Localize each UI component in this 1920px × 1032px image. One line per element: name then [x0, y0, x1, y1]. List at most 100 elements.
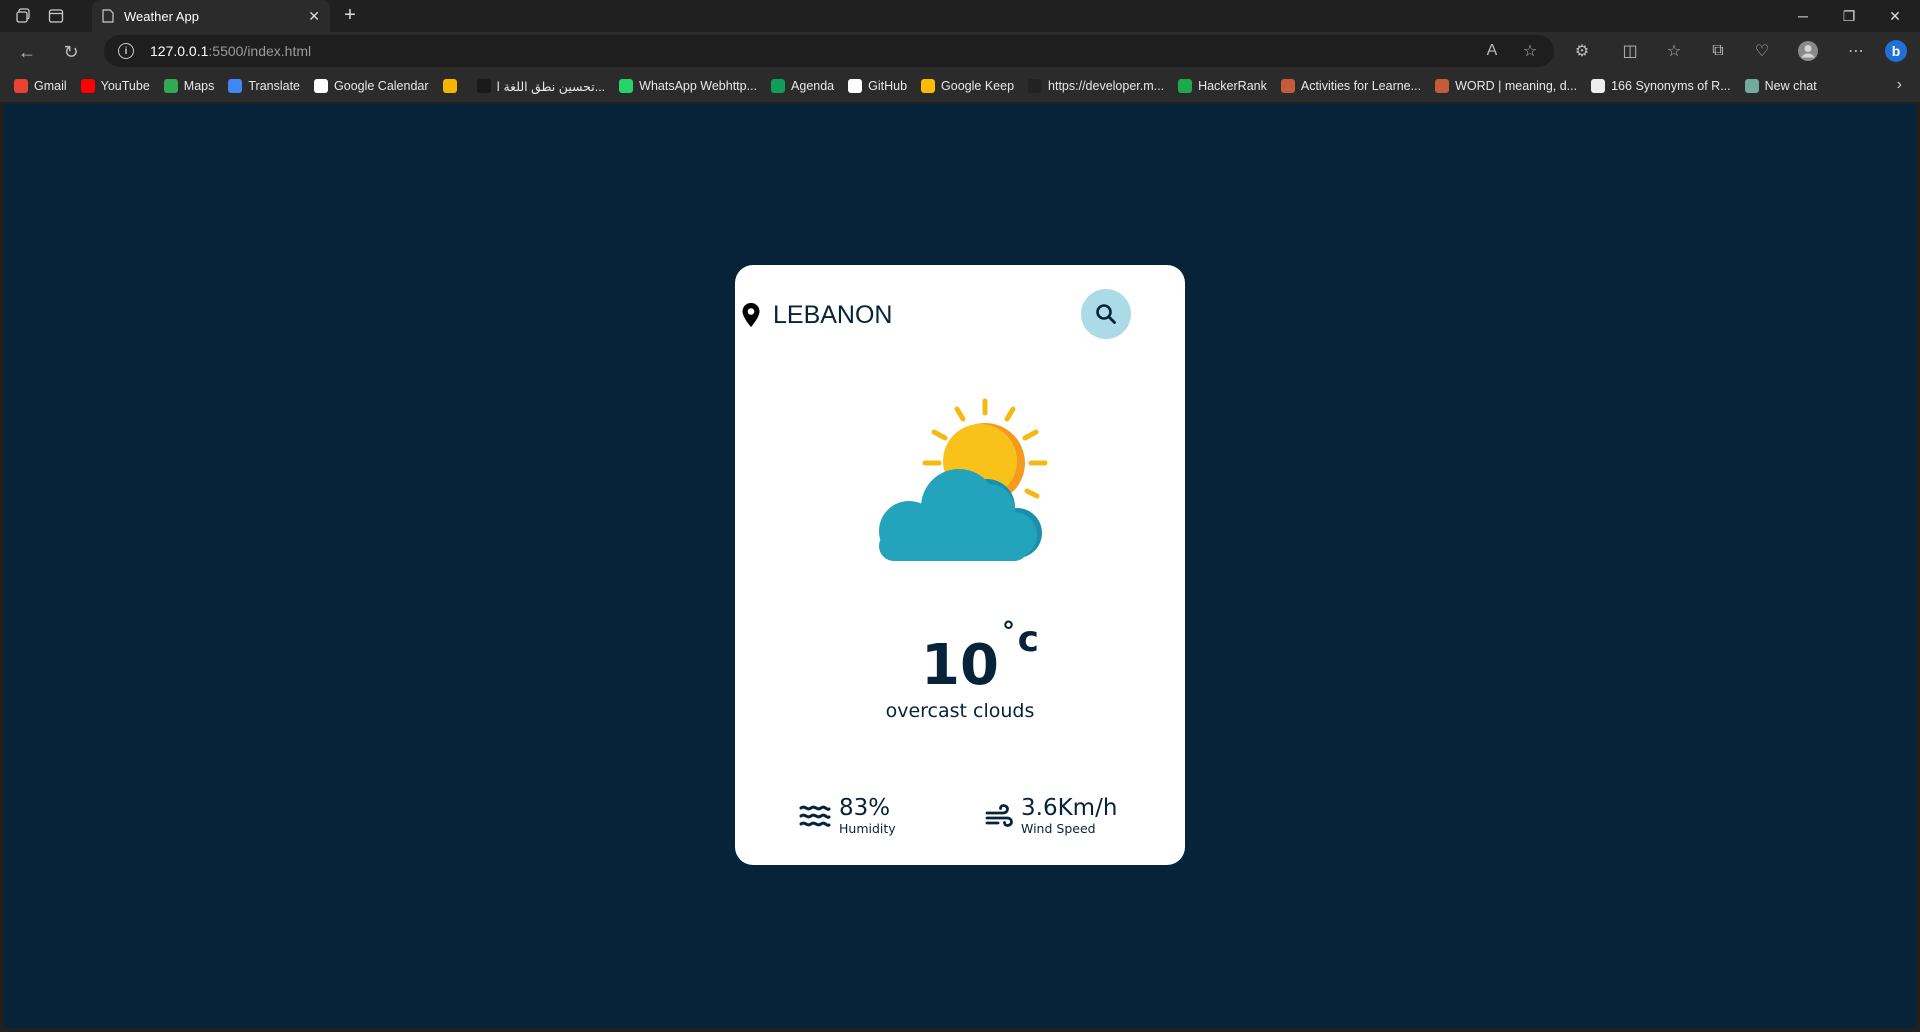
weather-details: 83% Humidity 3.6Km/h Wind Speed: [735, 795, 1185, 845]
tab-title: Weather App: [124, 8, 199, 24]
bookmark-label: تحسين نطق اللغة ا...: [496, 79, 606, 94]
favorites-icon[interactable]: ☆: [1662, 39, 1686, 63]
bookmark-favicon-icon: [1028, 79, 1043, 93]
bookmark-item[interactable]: YouTube: [80, 79, 150, 93]
page-viewport: 10°c overcast clouds 83% Humidity: [4, 104, 1916, 1028]
bookmark-label: Activities for Learne...: [1300, 79, 1422, 93]
bookmark-item[interactable]: 166 Synonyms of R...: [1591, 79, 1731, 93]
wind-value: 3.6Km/h: [1021, 795, 1118, 821]
health-icon[interactable]: ♡: [1750, 39, 1774, 63]
back-button[interactable]: ←: [14, 39, 40, 65]
bookmark-label: Maps: [183, 79, 215, 93]
temperature: 10 ° c: [921, 617, 1039, 698]
bookmark-label: Translate: [248, 79, 301, 93]
bookmark-favicon-icon: [163, 79, 178, 93]
bookmark-label: New chat: [1764, 79, 1817, 93]
bookmark-label: WhatsApp Webhttp...: [639, 79, 758, 93]
bookmark-favicon-icon: [442, 79, 457, 93]
bookmark-item[interactable]: Activities for Learne...: [1280, 79, 1422, 93]
bookmark-item[interactable]: https://developer.m...: [1028, 79, 1164, 93]
bookmark-favicon-icon: [228, 79, 243, 93]
site-info-icon[interactable]: i: [118, 43, 134, 59]
refresh-button[interactable]: ↻: [58, 39, 84, 65]
bookmark-favicon-icon: [848, 79, 863, 93]
page-icon: [102, 9, 114, 23]
bookmark-label: Agenda: [791, 79, 835, 93]
bookmark-favicon-icon: [1744, 79, 1759, 93]
bookmark-label: WORD | meaning, d...: [1455, 79, 1578, 93]
bookmark-favicon-icon: [14, 79, 28, 93]
bookmark-favicon-icon: [771, 79, 786, 93]
bookmark-label: https://developer.m...: [1048, 79, 1165, 93]
copilot-icon[interactable]: b: [1884, 39, 1908, 63]
search-row: [735, 289, 1185, 339]
temperature-unit: c: [1017, 619, 1039, 660]
bookmark-favicon-icon: [476, 79, 491, 93]
bookmark-item[interactable]: GitHub: [848, 79, 907, 93]
weather-card: 10°c overcast clouds 83% Humidity: [735, 265, 1185, 865]
bookmark-label: 166 Synonyms of R...: [1611, 79, 1731, 93]
location-input[interactable]: [773, 295, 1073, 335]
bookmark-item[interactable]: HackerRank: [1178, 79, 1267, 93]
restore-button[interactable]: ❐: [1826, 0, 1872, 32]
bookmark-item[interactable]: Gmail: [14, 79, 67, 93]
bookmark-favicon-icon: [921, 79, 936, 93]
bookmark-favicon-icon: [1435, 79, 1450, 93]
wind-icon: [985, 804, 1013, 827]
split-screen-icon[interactable]: ◫: [1618, 39, 1642, 63]
sun-cloud-icon: [879, 398, 1048, 561]
weather-description: overcast clouds: [885, 700, 1035, 722]
humidity-detail: 83% Humidity: [799, 795, 896, 837]
bookmark-label: Gmail: [34, 79, 67, 93]
bookmark-item[interactable]: تحسين نطق اللغة ا...: [476, 79, 606, 94]
favorite-star-icon[interactable]: ☆: [1518, 39, 1542, 63]
water-waves-icon: [799, 805, 831, 827]
bookmark-favicon-icon: [1591, 79, 1606, 93]
bookmark-item[interactable]: Maps: [163, 79, 215, 93]
search-icon: [1096, 304, 1116, 324]
temperature-value: 10: [921, 633, 999, 698]
close-tab-icon[interactable]: ✕: [308, 8, 320, 25]
degree-symbol: °: [1001, 617, 1015, 647]
collections-icon[interactable]: ⧉: [1706, 39, 1730, 63]
address-bar[interactable]: i 127.0.0.1:5500/index.html: [104, 35, 1554, 67]
bookmark-item[interactable]: New chat: [1744, 79, 1817, 93]
close-window-button[interactable]: ✕: [1872, 0, 1918, 32]
more-bookmarks-chevron-icon[interactable]: ›: [1897, 76, 1902, 94]
bookmark-item[interactable]: Agenda: [771, 79, 834, 93]
new-tab-button[interactable]: +: [338, 4, 362, 28]
wind-detail: 3.6Km/h Wind Speed: [985, 795, 1117, 837]
bookmark-favicon-icon: [80, 79, 95, 93]
humidity-value: 83%: [839, 795, 891, 821]
bookmark-favicon-icon: [314, 79, 329, 93]
minimize-button[interactable]: ─: [1780, 0, 1826, 32]
profile-avatar[interactable]: [1796, 39, 1820, 63]
bookmarks-bar: Gmail YouTube Maps Translate Google Calendar…: [0, 70, 1920, 102]
tab-weather-app[interactable]: Weather App ✕: [92, 0, 330, 32]
url-text: 127.0.0.1:5500/index.html: [150, 43, 312, 59]
bookmark-item[interactable]: Google Calendar: [314, 79, 429, 93]
bookmark-item[interactable]: Translate: [228, 79, 300, 93]
read-aloud-icon[interactable]: A: [1480, 39, 1504, 63]
humidity-label: Humidity: [839, 821, 896, 836]
bookmark-item[interactable]: [442, 79, 463, 93]
svg-text:b: b: [1892, 43, 1901, 59]
extensions-icon[interactable]: ⚙: [1570, 39, 1594, 63]
bookmark-label: HackerRank: [1198, 79, 1267, 93]
browser-tab-bar: Weather App ✕ + ─ ❐ ✕: [0, 0, 1920, 32]
bookmark-label: GitHub: [868, 79, 908, 93]
wind-label: Wind Speed: [1021, 821, 1096, 836]
bookmark-label: Google Calendar: [334, 79, 429, 93]
tab-actions-icon[interactable]: [46, 6, 66, 26]
bookmark-item[interactable]: WhatsApp Webhttp...: [619, 79, 757, 93]
bookmark-favicon-icon: [1178, 79, 1193, 93]
browser-toolbar: ← ↻ i 127.0.0.1:5500/index.html A ☆ ⚙ ◫ …: [0, 32, 1920, 70]
search-button[interactable]: [1081, 289, 1131, 339]
more-menu-icon[interactable]: ⋯: [1844, 39, 1868, 63]
bookmark-label: YouTube: [100, 79, 150, 93]
bookmark-favicon-icon: [1280, 79, 1295, 93]
bookmark-item[interactable]: Google Keep: [921, 79, 1014, 93]
bookmark-item[interactable]: WORD | meaning, d...: [1435, 79, 1577, 93]
temperature-box: 10 ° c overcast clouds: [735, 617, 1185, 722]
workspaces-icon[interactable]: [14, 6, 34, 26]
